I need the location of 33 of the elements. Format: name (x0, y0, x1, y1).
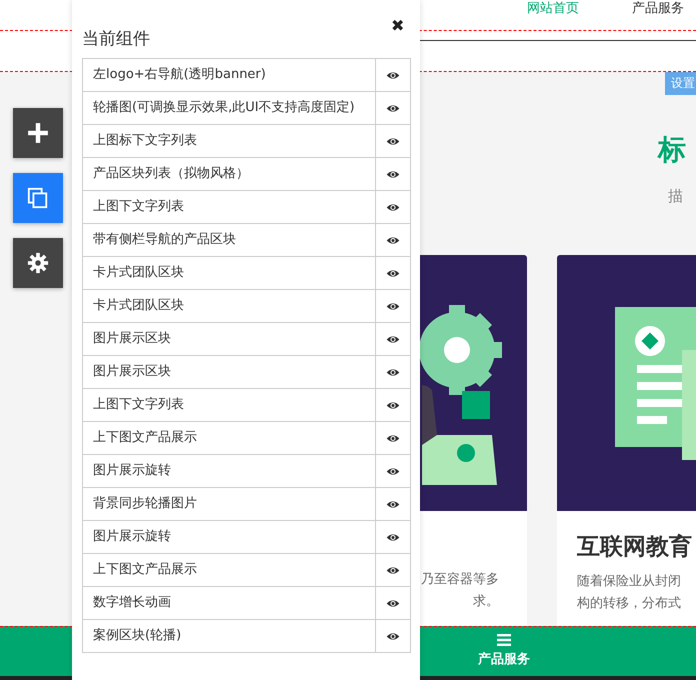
section-description: 描 (668, 186, 683, 206)
settings-button[interactable] (13, 238, 63, 288)
menu-icon[interactable] (497, 634, 511, 646)
eye-icon[interactable] (386, 434, 400, 442)
eye-icon[interactable] (386, 170, 400, 178)
eye-icon[interactable] (386, 302, 400, 310)
section-title: 标 (658, 132, 686, 168)
settings-icon (27, 252, 49, 274)
eye-icon[interactable] (386, 136, 400, 146)
eye-icon[interactable] (386, 500, 400, 508)
eye-icon[interactable] (386, 104, 400, 112)
plus-icon (27, 122, 49, 144)
panel-title: 当前组件 (82, 28, 150, 50)
card-title: 互联网教育 (577, 532, 693, 562)
eye-icon[interactable] (386, 70, 400, 80)
eye-icon[interactable] (386, 632, 400, 640)
eye-icon[interactable] (386, 466, 400, 476)
eye-icon[interactable] (386, 598, 400, 608)
eye-icon[interactable] (386, 236, 400, 244)
close-icon[interactable]: ✖ (391, 17, 404, 35)
card-description: 乃至容器等多 求。 (421, 571, 499, 611)
eye-icon[interactable] (386, 532, 400, 542)
nav-link[interactable]: 产品服务 (632, 1, 684, 17)
copy-button[interactable] (13, 173, 63, 223)
eye-icon[interactable] (386, 268, 400, 278)
eye-icon[interactable] (386, 202, 400, 212)
copy-icon (27, 187, 49, 209)
eye-icon[interactable] (386, 334, 400, 344)
eye-icon[interactable] (386, 400, 400, 410)
eye-icon[interactable] (386, 566, 400, 574)
eye-icon[interactable] (386, 368, 400, 376)
card-description: 随着保险业从封闭 构的转移，分布式 (577, 573, 682, 613)
add-button[interactable] (13, 108, 63, 158)
